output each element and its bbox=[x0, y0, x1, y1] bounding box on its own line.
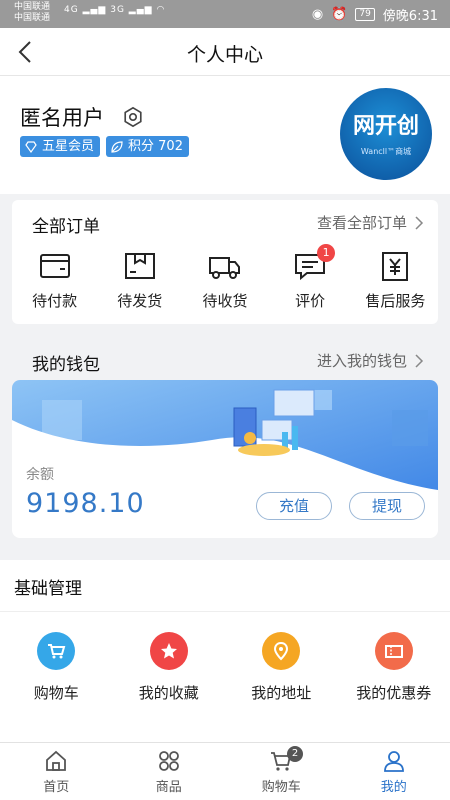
management-favorites[interactable]: 我的收藏 bbox=[114, 632, 224, 742]
navigation-bar: 个人中心 bbox=[0, 28, 450, 76]
diamond-icon bbox=[25, 140, 37, 153]
chevron-right-icon bbox=[415, 215, 424, 230]
location-icon bbox=[262, 632, 301, 670]
star-icon bbox=[149, 632, 188, 670]
enter-wallet-link[interactable]: 进入我的钱包 bbox=[317, 350, 424, 371]
avatar[interactable]: 网开创 Wancll™商城 bbox=[340, 88, 432, 180]
management-item-label: 我的收藏 bbox=[138, 684, 199, 702]
tab-label: 商品 bbox=[155, 780, 182, 795]
management-cart[interactable]: 购物车 bbox=[1, 632, 111, 742]
points-badge: 积分 702 bbox=[106, 136, 189, 157]
view-all-orders-link[interactable]: 查看全部订单 bbox=[317, 212, 424, 233]
wallet-banner-illustration bbox=[12, 380, 438, 500]
order-item-label: 售后服务 bbox=[365, 292, 426, 310]
home-icon bbox=[46, 750, 67, 771]
order-after-sales[interactable]: 售后服务 bbox=[355, 250, 435, 311]
tab-products[interactable]: 商品 bbox=[113, 743, 226, 800]
user-icon bbox=[383, 751, 404, 772]
order-item-label: 待收货 bbox=[202, 292, 248, 310]
tab-label: 购物车 bbox=[261, 780, 301, 795]
management-item-label: 我的地址 bbox=[251, 684, 312, 702]
settings-gear-icon[interactable] bbox=[122, 106, 144, 128]
signal-indicators: 4G ▂▄▆ 3G ▂▄▆ ◠ bbox=[64, 5, 165, 15]
wallet-card: 余额 9198.10 充值 提现 bbox=[12, 380, 438, 538]
member-badge-label: 五星会员 bbox=[42, 139, 95, 154]
cart-count-badge: 2 bbox=[287, 746, 303, 762]
order-pending-payment[interactable]: 待付款 bbox=[15, 250, 95, 311]
truck-icon bbox=[208, 257, 240, 279]
leaf-icon bbox=[111, 140, 123, 153]
balance-amount: 9198.10 bbox=[26, 488, 145, 519]
order-review[interactable]: 1 评价 bbox=[270, 244, 350, 311]
tab-label: 首页 bbox=[43, 780, 70, 795]
enter-wallet-label: 进入我的钱包 bbox=[316, 352, 407, 370]
network-1: 4G bbox=[64, 5, 79, 15]
tab-home[interactable]: 首页 bbox=[0, 743, 113, 800]
management-item-label: 我的优惠券 bbox=[356, 684, 432, 702]
avatar-logo-text: 网开创 bbox=[352, 114, 419, 139]
chevron-right-icon bbox=[415, 353, 424, 368]
review-count-badge: 1 bbox=[317, 244, 336, 262]
order-item-label: 评价 bbox=[295, 292, 326, 310]
management-title: 基础管理 bbox=[14, 579, 82, 599]
order-pending-shipment[interactable]: 待发货 bbox=[100, 250, 180, 311]
recharge-button[interactable]: 充值 bbox=[256, 492, 332, 520]
order-item-label: 待发货 bbox=[117, 292, 163, 310]
cart-icon bbox=[37, 632, 76, 670]
management-header: 基础管理 bbox=[0, 560, 450, 612]
bottom-tab-bar: 首页 商品 2 购物车 我的 bbox=[0, 742, 450, 800]
grid-icon bbox=[158, 751, 179, 771]
withdraw-button[interactable]: 提现 bbox=[349, 492, 425, 520]
clock: 傍晚6:31 bbox=[382, 9, 438, 24]
status-right: ◉ ⏰ 79 傍晚6:31 bbox=[312, 5, 438, 24]
avatar-logo-subtext: Wancll™商城 bbox=[360, 147, 412, 156]
orders-card: 全部订单 查看全部订单 待付款 待发货 待收货 1 评价 售后服务 bbox=[12, 200, 438, 324]
orders-title: 全部订单 bbox=[32, 217, 100, 237]
wallet-title: 我的钱包 bbox=[32, 355, 100, 375]
badge-row: 五星会员 积分 702 bbox=[20, 136, 189, 157]
wallet-icon bbox=[39, 254, 70, 278]
eye-icon: ◉ bbox=[311, 7, 324, 22]
points-badge-label: 积分 702 bbox=[128, 139, 183, 154]
coupon-icon bbox=[374, 632, 413, 670]
profile-section: 匿名用户 五星会员 积分 702 网开创 Wancll™商城 bbox=[0, 76, 450, 194]
signal-icon: ▂▄▆ bbox=[82, 5, 107, 15]
order-status-row: 待付款 待发货 待收货 1 评价 售后服务 bbox=[12, 244, 438, 311]
package-icon bbox=[124, 253, 155, 279]
battery-indicator: 79 bbox=[355, 8, 375, 21]
alarm-icon: ⏰ bbox=[331, 7, 348, 22]
management-grid: 购物车 我的收藏 我的地址 我的优惠券 bbox=[0, 612, 450, 742]
wifi-icon: ◠ bbox=[156, 5, 166, 15]
network-2: 3G bbox=[110, 5, 125, 15]
yen-icon bbox=[382, 252, 409, 281]
tab-label: 我的 bbox=[380, 780, 407, 795]
carrier-2: 中国联通 bbox=[14, 13, 51, 23]
management-item-label: 购物车 bbox=[33, 684, 79, 702]
order-item-label: 待付款 bbox=[32, 292, 78, 310]
management-coupons[interactable]: 我的优惠券 bbox=[339, 632, 449, 742]
view-all-orders-label: 查看全部订单 bbox=[316, 214, 407, 232]
tab-mine[interactable]: 我的 bbox=[338, 743, 450, 800]
balance-label: 余额 bbox=[26, 467, 54, 483]
page-title: 个人中心 bbox=[186, 44, 263, 66]
member-badge: 五星会员 bbox=[20, 136, 101, 157]
tab-cart[interactable]: 2 购物车 bbox=[225, 743, 338, 800]
carrier-1: 中国联通 bbox=[14, 2, 51, 12]
order-pending-receipt[interactable]: 待收货 bbox=[185, 250, 265, 311]
username: 匿名用户 bbox=[20, 106, 104, 130]
status-bar: 中国联通 中国联通 4G ▂▄▆ 3G ▂▄▆ ◠ ◉ ⏰ 79 傍晚6:31 bbox=[0, 0, 450, 28]
wallet-header: 我的钱包 进入我的钱包 bbox=[0, 340, 450, 380]
carrier-info: 中国联通 中国联通 bbox=[14, 2, 50, 24]
signal-icon-2: ▂▄▆ bbox=[128, 5, 153, 15]
management-address[interactable]: 我的地址 bbox=[226, 632, 336, 742]
